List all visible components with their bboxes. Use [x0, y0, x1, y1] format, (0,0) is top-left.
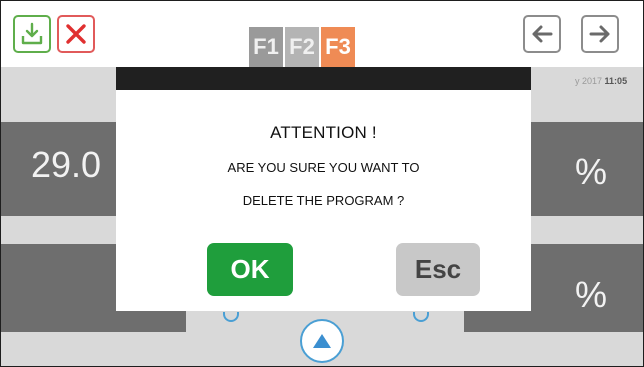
- dialog-title-bar: [116, 67, 531, 90]
- percent-label-top: %: [575, 151, 608, 192]
- time-text: 11:05: [604, 76, 628, 86]
- up-button[interactable]: [300, 319, 344, 363]
- tab-f1[interactable]: F1: [249, 27, 283, 67]
- tab-f2[interactable]: F2: [285, 27, 319, 67]
- esc-button[interactable]: Esc: [396, 243, 480, 296]
- dialog-message-line-1: ARE YOU SURE YOU WANT TO: [227, 160, 420, 175]
- previous-button[interactable]: [523, 15, 561, 53]
- confirm-delete-dialog: ATTENTION ! ARE YOU SURE YOU WANT TO DEL…: [116, 67, 531, 311]
- cancel-button[interactable]: [57, 15, 95, 53]
- hmi-screen: F1 F2 F3 y 2017 11:05 29.0 % % ATTENTION…: [0, 0, 644, 367]
- ok-button[interactable]: OK: [207, 243, 293, 296]
- import-button[interactable]: [13, 15, 51, 53]
- left-value: 29.0: [31, 144, 102, 185]
- function-tabs: F1 F2 F3: [249, 27, 357, 67]
- date-text: y 2017: [575, 76, 603, 86]
- top-bar: F1 F2 F3: [1, 1, 643, 67]
- next-button[interactable]: [581, 15, 619, 53]
- red-x-icon: [66, 24, 86, 44]
- percent-label-bottom: %: [575, 274, 608, 315]
- arrow-right-icon: [589, 25, 610, 43]
- dialog-title: ATTENTION !: [270, 123, 377, 142]
- triangle-up-icon: [313, 334, 331, 348]
- download-tray-icon: [21, 22, 43, 45]
- tab-f3[interactable]: F3: [321, 27, 355, 67]
- date-time-display: y 2017 11:05: [575, 76, 627, 86]
- arrow-left-icon: [532, 25, 553, 43]
- dialog-message-line-2: DELETE THE PROGRAM ?: [242, 193, 405, 208]
